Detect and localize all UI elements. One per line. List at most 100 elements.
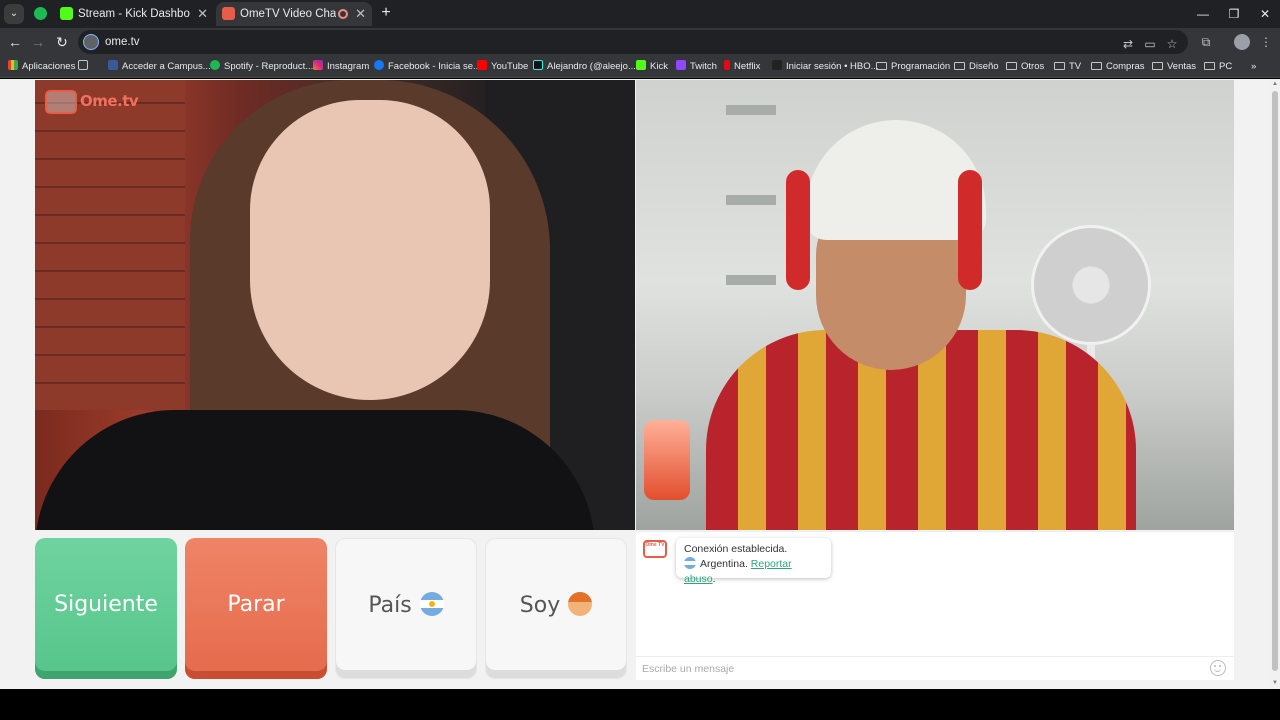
address-bar[interactable]: ome.tv ⇄ ▭ ☆ <box>78 30 1188 54</box>
bookmark-spotify[interactable]: Spotify - Reproduct... <box>210 56 313 78</box>
close-window-button[interactable]: ✕ <box>1248 0 1280 28</box>
back-button[interactable]: ← <box>5 32 25 52</box>
lamp <box>644 420 690 500</box>
stop-button[interactable]: Parar <box>185 538 327 679</box>
browser-toolbar: ← → ↻ ome.tv ⇄ ▭ ☆ ⧉ ⋮ <box>0 28 1280 56</box>
message-input[interactable] <box>642 660 1202 678</box>
tab-title: Stream - Kick Dashboard <box>78 8 190 20</box>
bookmark-folder-pc[interactable]: PC <box>1204 56 1232 78</box>
tiktok-icon <box>533 60 543 70</box>
folder-icon <box>954 62 965 70</box>
reload-button[interactable]: ↻ <box>52 32 72 52</box>
bookmark-twitch[interactable]: Twitch <box>676 56 717 78</box>
fan <box>1031 225 1151 345</box>
folder-icon <box>1006 62 1017 70</box>
bookmarks-overflow-button[interactable]: » <box>1251 56 1256 78</box>
bookmark-star-icon[interactable]: ☆ <box>1162 34 1182 54</box>
bookmark-folder-diseno[interactable]: Diseño <box>954 56 999 78</box>
boy-emoji-icon <box>568 592 593 616</box>
bookmark-facebook[interactable]: Facebook - Inicia se... <box>374 56 481 78</box>
bookmark-netflix[interactable]: Netflix <box>724 56 760 78</box>
ometv-tv-icon: Ome TV <box>643 540 667 558</box>
brick-wall <box>35 80 185 410</box>
minimize-button[interactable]: — <box>1186 0 1220 28</box>
headphones <box>958 170 982 290</box>
bookmark-folder-programacion[interactable]: Programación <box>876 56 950 78</box>
connection-status: Conexión establecida. <box>684 543 788 555</box>
person-face <box>250 100 490 400</box>
kick-icon <box>636 60 646 70</box>
tab-title: OmeTV Video Chat — Ome <box>240 8 336 20</box>
folder-icon <box>876 62 887 70</box>
bookmark-folder-tv[interactable]: TV <box>1054 56 1081 78</box>
extensions-icon[interactable]: ⧉ <box>1196 32 1216 52</box>
netflix-icon <box>724 60 730 70</box>
youtube-icon <box>477 60 487 70</box>
bookmark-youtube[interactable]: YouTube <box>477 56 528 78</box>
campus-icon <box>108 60 118 70</box>
country-button[interactable]: País <box>335 538 477 679</box>
bookmark-folder-compras[interactable]: Compras <box>1091 56 1145 78</box>
url-text: ome.tv <box>105 36 140 48</box>
tab-ometv[interactable]: OmeTV Video Chat — Ome ✕ <box>216 2 372 26</box>
browser-tab-strip: ⌄ Stream - Kick Dashboard ✕ OmeTV Video … <box>0 0 1280 28</box>
hbo-icon <box>772 60 782 70</box>
gender-button[interactable]: Soy <box>485 538 627 679</box>
bookmark-apps[interactable]: Aplicaciones <box>8 56 75 78</box>
wall-shelf <box>726 105 776 115</box>
kick-icon <box>60 7 73 20</box>
bookmark-hbo[interactable]: Iniciar sesión • HBO... <box>772 56 879 78</box>
bookmark-campus[interactable]: Acceder a Campus... <box>108 56 211 78</box>
bookmark-grid[interactable] <box>78 56 92 78</box>
bookmark-tiktok[interactable]: Alejandro (@aleejo.... <box>533 56 639 78</box>
apps-grid-icon <box>8 60 18 70</box>
tab-spotify[interactable] <box>28 2 52 26</box>
recording-icon <box>338 9 348 19</box>
new-tab-button[interactable]: + <box>376 4 396 24</box>
scroll-down-icon[interactable]: ▼ <box>1271 679 1279 687</box>
twitch-icon <box>676 60 686 70</box>
tab-kick-dashboard[interactable]: Stream - Kick Dashboard ✕ <box>54 2 214 26</box>
page-scrollbar[interactable]: ▲ ▼ <box>1270 79 1280 689</box>
menu-kebab-icon[interactable]: ⋮ <box>1256 32 1276 52</box>
spotify-icon <box>34 7 47 20</box>
cast-icon[interactable]: ▭ <box>1140 34 1160 54</box>
ometv-page: Ome.tv Siguiente Parar País Soy Ome TV C… <box>0 79 1270 689</box>
folder-icon <box>1204 62 1215 70</box>
translate-icon[interactable]: ⇄ <box>1118 34 1138 54</box>
instagram-icon <box>313 60 323 70</box>
restore-button[interactable]: ❐ <box>1217 0 1251 28</box>
folder-icon <box>1054 62 1065 70</box>
argentina-flag-icon <box>419 592 444 616</box>
bookmark-folder-otros[interactable]: Otros <box>1006 56 1044 78</box>
spotify-icon <box>210 60 220 70</box>
headphones <box>786 170 810 290</box>
partner-country-line: Argentina. Reportar abuso. <box>684 557 792 585</box>
forward-button[interactable]: → <box>28 32 48 52</box>
bookmark-instagram[interactable]: Instagram <box>313 56 369 78</box>
folder-icon <box>1091 62 1102 70</box>
chat-panel: Ome TV Conexión establecida. Argentina. … <box>636 531 1234 680</box>
emoji-icon[interactable] <box>1210 660 1226 676</box>
grid-icon <box>78 60 88 70</box>
profile-avatar[interactable] <box>1234 34 1250 50</box>
bookmarks-bar: Aplicaciones Acceder a Campus... Spotify… <box>0 56 1280 78</box>
stranger-video: Ome.tv <box>35 80 635 530</box>
partner-country: Argentina. <box>700 558 748 570</box>
folder-icon <box>1152 62 1163 70</box>
next-button[interactable]: Siguiente <box>35 538 177 679</box>
tv-icon <box>45 90 77 114</box>
person-shirt <box>35 410 595 530</box>
bookmark-kick[interactable]: Kick <box>636 56 668 78</box>
self-video <box>636 80 1234 530</box>
close-tab-icon[interactable]: ✕ <box>197 2 208 26</box>
chat-input-bar <box>636 656 1234 680</box>
scroll-up-icon[interactable]: ▲ <box>1271 80 1279 88</box>
ometv-icon <box>222 7 235 20</box>
site-info-icon[interactable] <box>83 34 99 50</box>
close-tab-icon[interactable]: ✕ <box>355 2 366 26</box>
bookmark-folder-ventas[interactable]: Ventas <box>1152 56 1196 78</box>
scrollbar-thumb[interactable] <box>1272 91 1278 671</box>
wall-shelf <box>726 195 776 205</box>
tab-search-button[interactable]: ⌄ <box>4 4 24 24</box>
